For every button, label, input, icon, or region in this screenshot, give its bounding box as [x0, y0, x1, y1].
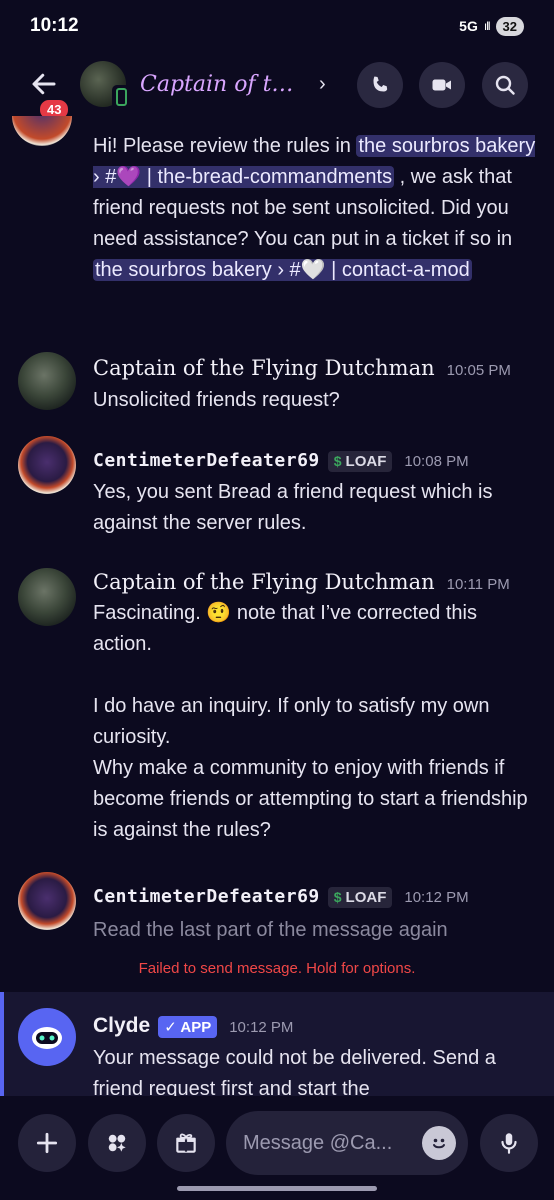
emoji-button[interactable] — [422, 1126, 456, 1160]
message-body: Your message could not be delivered. Sen… — [93, 1047, 496, 1096]
search-icon — [495, 75, 515, 95]
back-arrow-icon — [32, 73, 56, 95]
channel-mention[interactable]: the sourbros bakery › #🤍 | contact-a-mod — [93, 259, 472, 281]
message-header: Captain of the Flying Dutchman 10:05 PM — [93, 356, 511, 380]
server-tag-label: LOAF — [345, 452, 387, 470]
channel-title[interactable]: Captain of the Flying Dutchman — [140, 72, 305, 97]
video-call-button[interactable] — [419, 62, 465, 108]
gift-icon — [176, 1133, 196, 1153]
dollar-icon: $ — [333, 889, 342, 905]
message-body: Unsolicited friends request? — [93, 389, 340, 411]
mobile-status-icon — [112, 85, 130, 109]
timestamp: 10:05 PM — [446, 362, 511, 379]
title-chevron-icon[interactable]: › — [319, 73, 326, 96]
apps-icon — [108, 1134, 126, 1152]
author-name[interactable]: CentimeterDefeater69 — [93, 886, 320, 907]
message-header: CentimeterDefeater69 $ LOAF 10:12 PM — [93, 886, 469, 908]
author-name[interactable]: Captain of the Flying Dutchman — [93, 356, 435, 380]
server-tag[interactable]: $ LOAF — [327, 886, 393, 908]
robot-icon — [32, 1027, 62, 1049]
message-body: Fascinating. 🤨 note that I’ve corrected … — [93, 598, 538, 846]
app-tag: ✓ APP — [158, 1016, 218, 1038]
microphone-icon — [501, 1133, 517, 1154]
message-text: Hi! Please review the rules in — [93, 135, 357, 157]
message-input[interactable] — [243, 1131, 413, 1155]
avatar[interactable] — [18, 352, 76, 410]
author-name[interactable]: Captain of the Flying Dutchman — [93, 570, 435, 594]
server-tag-label: LOAF — [345, 888, 387, 906]
add-attachment-button[interactable] — [18, 1114, 76, 1172]
emoji-icon — [433, 1138, 445, 1149]
call-button[interactable] — [357, 62, 403, 108]
avatar[interactable] — [18, 872, 76, 930]
message-body: Read the last part of the message again — [93, 919, 448, 941]
signal-icon: ıll — [483, 19, 491, 33]
message-header: Clyde ✓ APP 10:12 PM — [93, 1014, 293, 1038]
status-bar: 10:12 5G ıll 32 — [0, 0, 554, 52]
back-button[interactable]: 43 — [24, 64, 71, 121]
gift-button[interactable] — [157, 1114, 215, 1172]
home-indicator — [177, 1186, 377, 1191]
message-body: Hi! Please review the rules in the sourb… — [93, 131, 538, 286]
status-time: 10:12 — [30, 15, 79, 36]
message-body: Yes, you sent Bread a friend request whi… — [93, 481, 493, 534]
message-paragraph: Why make a community to enjoy with frien… — [93, 757, 528, 841]
message-paragraph: I do have an inquiry. If only to satisfy… — [93, 695, 490, 748]
message-input-container[interactable] — [226, 1111, 468, 1175]
avatar[interactable] — [18, 436, 76, 494]
avatar[interactable] — [18, 568, 76, 626]
network-type: 5G — [459, 18, 478, 34]
voice-message-button[interactable] — [480, 1114, 538, 1172]
plus-icon — [36, 1132, 58, 1154]
apps-button[interactable] — [88, 1114, 146, 1172]
dollar-icon: $ — [333, 453, 342, 469]
composer-bar — [0, 1096, 554, 1200]
search-button[interactable] — [482, 62, 528, 108]
avatar[interactable] — [12, 116, 72, 146]
server-tag[interactable]: $ LOAF — [327, 450, 393, 472]
phone-icon — [373, 76, 388, 92]
timestamp: 10:11 PM — [446, 576, 510, 593]
timestamp: 10:12 PM — [404, 889, 469, 906]
header-avatar[interactable] — [80, 61, 130, 109]
clyde-avatar[interactable] — [18, 1008, 76, 1066]
video-icon — [432, 79, 451, 91]
status-indicators: 5G ıll 32 — [459, 16, 524, 36]
timestamp: 10:08 PM — [404, 453, 469, 470]
message-list[interactable]: Hi! Please review the rules in the sourb… — [0, 116, 554, 1096]
author-name[interactable]: Clyde — [93, 1014, 150, 1038]
message-paragraph: Fascinating. 🤨 note that I’ve corrected … — [93, 602, 477, 655]
timestamp: 10:12 PM — [229, 1019, 294, 1036]
chat-header: 43 Captain of the Flying Dutchman › — [0, 52, 554, 121]
battery-level: 32 — [495, 16, 524, 36]
message-header: Captain of the Flying Dutchman 10:11 PM — [93, 570, 510, 594]
author-name[interactable]: CentimeterDefeater69 — [93, 450, 320, 471]
failed-send-notice[interactable]: Failed to send message. Hold for options… — [0, 960, 554, 977]
message-header: CentimeterDefeater69 $ LOAF 10:08 PM — [93, 450, 469, 472]
